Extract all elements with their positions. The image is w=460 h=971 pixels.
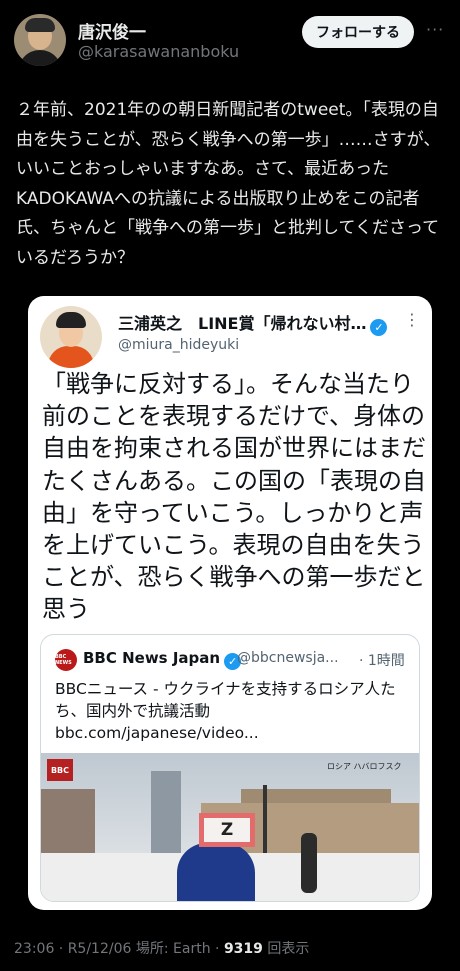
tweet-header: 唐沢俊一 @karasawananboku フォローする ··· <box>14 12 446 72</box>
author-avatar[interactable] <box>14 14 66 66</box>
card-link[interactable]: bbc.com/japanese/video... <box>55 724 259 742</box>
view-count: 9319 <box>223 941 263 957</box>
tweet-time[interactable]: 23:06 · R5/12/06 <box>14 941 131 957</box>
quoted-tweet-text: 「戦争に反対する」。そんな当たり前のことを表現するだけで、身体の自由を拘束される… <box>42 370 426 624</box>
separator: · <box>215 941 220 957</box>
more-options-icon[interactable]: ··· <box>426 20 444 39</box>
card-author-name-text: BBC News Japan <box>83 649 221 667</box>
bbc-news-logo-icon[interactable]: BBC NEWS <box>55 649 77 671</box>
card-author-handle[interactable]: @bbcnewsja... <box>237 650 339 666</box>
quoted-author-name[interactable]: 三浦英之 LINE賞「帰れない村… ✓ <box>118 310 388 336</box>
view-count-label: 回表示 <box>267 941 310 957</box>
card-author-name[interactable]: BBC News Japan ✓ <box>83 649 242 670</box>
protest-sign: Z <box>199 813 255 847</box>
card-timestamp: · 1時間 <box>359 653 405 669</box>
quoted-author-name-text: 三浦英之 LINE賞「帰れない村… <box>118 314 367 333</box>
photo-location-caption: ロシア ハバロフスク <box>327 762 402 771</box>
follow-button[interactable]: フォローする <box>302 16 414 48</box>
quoted-author-avatar[interactable] <box>40 306 102 368</box>
card-text: BBCニュース - ウクライナを支持するロシア人たち、国内外で抗議活動 <box>55 680 396 720</box>
quoted-more-icon[interactable]: ⋮ <box>404 310 420 329</box>
author-handle[interactable]: @karasawananboku <box>78 42 239 61</box>
quoted-author-handle[interactable]: @miura_hideyuki <box>118 337 239 353</box>
bbc-watermark: BBC <box>47 759 73 781</box>
tweet-metadata: 23:06 · R5/12/06 場所: Earth · 9319 回表示 <box>14 938 309 958</box>
news-photo[interactable]: Z BBC ロシア ハバロフスク <box>41 753 419 901</box>
author-name[interactable]: 唐沢俊一 <box>78 18 146 43</box>
tweet-text: ２年前、2021年のの朝日新聞記者のtweet。「表現の自由を失うことが、恐らく… <box>16 100 441 268</box>
tweet-location: 場所: Earth <box>135 941 211 957</box>
verified-icon: ✓ <box>370 319 388 336</box>
embedded-tweet-card[interactable]: BBC NEWS BBC News Japan ✓ @bbcnewsja... ·… <box>40 634 420 902</box>
quoted-tweet[interactable]: 三浦英之 LINE賞「帰れない村… ✓ @miura_hideyuki ⋮ 「戦争… <box>28 296 432 910</box>
